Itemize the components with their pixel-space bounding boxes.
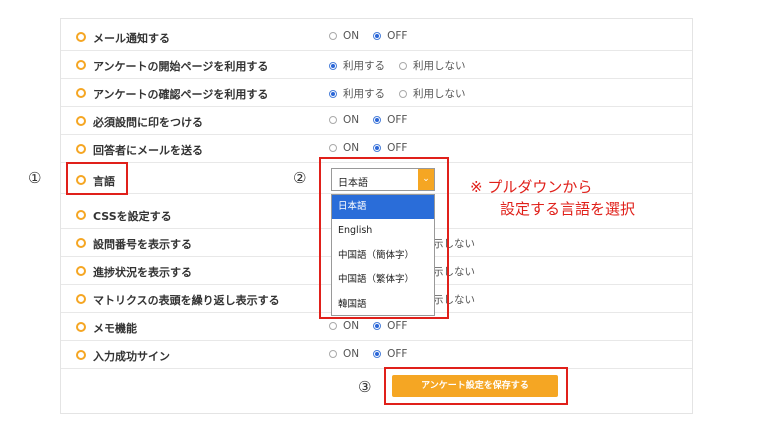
radio-option[interactable]: OFF [373,114,407,126]
setting-label: 設問番号を表示する [93,238,192,251]
setting-label: メモ機能 [93,322,137,335]
save-settings-button[interactable]: アンケート設定を保存する [392,375,558,397]
radio-label: OFF [387,114,408,126]
annotation-1: ① [28,169,42,187]
setting-row: アンケートの開始ページを利用する 利用する 利用しない [61,51,692,79]
setting-options: ON OFF [329,320,421,333]
bullet-icon [76,238,86,248]
setting-options: 利用する 利用しない [329,86,480,101]
setting-label: アンケートの開始ページを利用する [93,60,269,73]
setting-label: 回答者にメールを送る [93,144,203,157]
radio-label: OFF [387,320,408,332]
radio-option[interactable]: ON [329,30,359,42]
bullet-icon [76,322,86,332]
radio-option[interactable]: OFF [373,30,407,42]
radio-button[interactable] [373,116,382,124]
bullet-icon [76,210,86,220]
bullet-icon [76,60,86,70]
setting-label: アンケートの確認ページを利用する [93,88,269,101]
radio-label: OFF [387,142,408,154]
setting-options: 利用する 利用しない [329,58,480,73]
bullet-icon [76,88,86,98]
setting-label: CSSを設定する [93,210,172,223]
radio-button[interactable] [373,350,382,358]
bullet-icon [76,116,86,126]
radio-label: 利用しない [413,60,466,72]
radio-option[interactable]: ON [329,320,359,332]
chevron-down-icon[interactable]: ⌄ [418,169,434,190]
radio-button[interactable] [329,89,337,98]
radio-button[interactable] [329,350,337,358]
setting-label: 進捗状況を表示する [93,266,192,279]
radio-label: ON [343,30,360,42]
radio-option[interactable]: 利用しない [399,86,466,101]
annotation-3: ③ [358,378,372,396]
setting-row: アンケートの確認ページを利用する 利用する 利用しない [61,79,692,107]
bullet-icon [76,32,86,42]
radio-option[interactable]: OFF [373,348,407,360]
radio-label: ON [343,142,360,154]
language-option[interactable]: English [332,219,434,243]
bullet-icon [76,266,86,276]
note-line-2: 設定する言語を選択 [470,200,636,218]
setting-label: マトリクスの表頭を繰り返し表示する [93,294,280,307]
instruction-note: ※ プルダウンから 設定する言語を選択 [470,176,635,220]
setting-options: ON OFF [329,348,421,361]
radio-button[interactable] [329,32,337,40]
setting-options: ON OFF [329,142,421,155]
annotation-2: ② [293,169,307,187]
bullet-icon [76,294,86,304]
highlight-language-label [66,162,128,195]
radio-label: ON [343,114,360,126]
radio-button[interactable] [399,89,407,98]
radio-option[interactable]: ON [329,142,359,154]
radio-button[interactable] [373,32,382,40]
language-option[interactable]: 中国語（繁体字） [332,268,434,292]
radio-button[interactable] [329,116,337,124]
language-option[interactable]: 韓国語 [332,293,434,317]
setting-options: ON OFF [329,114,421,127]
radio-button[interactable] [373,322,382,330]
radio-option[interactable]: 利用する [329,58,385,73]
language-option[interactable]: 日本語 [332,195,434,220]
radio-label: 利用しない [413,88,466,100]
radio-option[interactable]: ON [329,348,359,360]
setting-label: 必須設問に印をつける [93,116,203,129]
setting-row: 入力成功サイン ON OFF [61,341,692,369]
language-select-value: 日本語 [338,178,368,189]
setting-row: メール通知する ON OFF [61,23,692,51]
radio-button[interactable] [373,144,382,152]
setting-options: ON OFF [329,30,421,43]
radio-label: ON [343,348,360,360]
radio-option[interactable]: OFF [373,320,407,332]
radio-option[interactable]: OFF [373,142,407,154]
language-dropdown-list: 日本語 English 中国語（簡体字） 中国語（繁体字） 韓国語 [331,194,435,316]
language-select[interactable]: 日本語 ⌄ [331,168,435,191]
radio-button[interactable] [329,61,337,70]
note-line-1: ※ プルダウンから [470,178,593,196]
radio-label: OFF [387,30,408,42]
radio-option[interactable]: 利用する [329,86,385,101]
radio-label: 利用する [343,88,385,100]
radio-button[interactable] [329,322,337,330]
radio-label: OFF [387,348,408,360]
setting-row: 必須設問に印をつける ON OFF [61,107,692,135]
radio-button[interactable] [329,144,337,152]
radio-option[interactable]: 利用しない [399,58,466,73]
radio-label: ON [343,320,360,332]
setting-label: メール通知する [93,32,170,45]
bullet-icon [76,350,86,360]
bullet-icon [76,144,86,154]
language-option[interactable]: 中国語（簡体字） [332,244,434,268]
radio-label: 利用する [343,60,385,72]
radio-button[interactable] [399,61,407,70]
setting-label: 入力成功サイン [93,350,170,363]
radio-option[interactable]: ON [329,114,359,126]
